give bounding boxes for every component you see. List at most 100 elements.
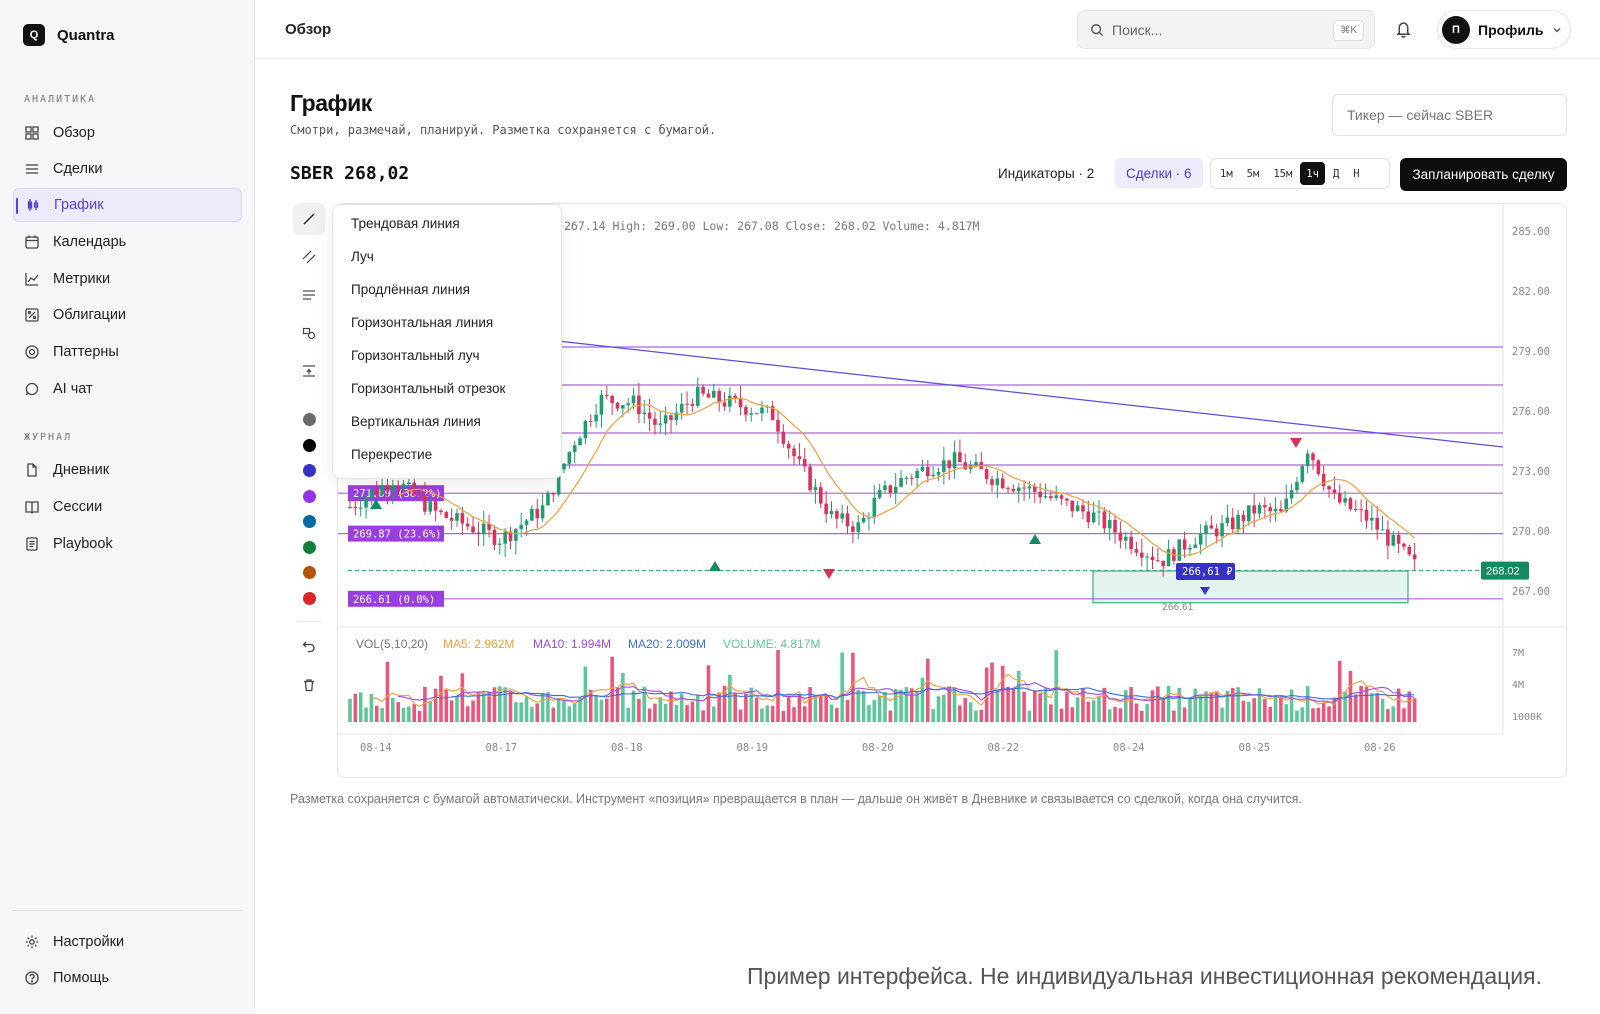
menu-item-extended-line[interactable]: Продлённая линия (351, 282, 470, 297)
menu-item-crosshair[interactable]: Перекрестие (351, 447, 432, 462)
volume-bar (1359, 685, 1363, 722)
sidebar-item-label: Обзор (53, 125, 95, 141)
sidebar-item-calendar[interactable]: Календарь (13, 225, 242, 259)
sidebar-item-diary[interactable]: Дневник (13, 453, 242, 487)
sidebar-item-help[interactable]: Помощь (13, 961, 242, 995)
indicators-button[interactable]: Индикаторы · 2 (988, 158, 1104, 188)
color-swatch-orange[interactable] (303, 566, 316, 579)
menu-item-vertical-line[interactable]: Вертикальная линия (351, 414, 481, 429)
candle-body (385, 485, 390, 491)
undo-button[interactable] (293, 630, 325, 662)
timeframe-selector: 1м 5м 15м 1ч Д Н (1210, 158, 1390, 189)
price-tick-label: 267.00 (1512, 586, 1550, 598)
candle-body (364, 498, 368, 508)
candle-body (588, 420, 593, 422)
candle-body (578, 438, 582, 446)
trend-line (557, 340, 1504, 448)
menu-item-trend-line[interactable]: Трендовая линия (351, 216, 460, 231)
trend-line-tool[interactable] (293, 203, 325, 235)
timeframe-1m[interactable]: 1м (1214, 162, 1239, 185)
parallel-channel-tool[interactable] (293, 241, 325, 273)
volume-bar (1011, 689, 1016, 722)
candle-body (1118, 532, 1123, 541)
candle-body (412, 482, 416, 495)
price-tick-label: 285.00 (1512, 226, 1550, 238)
sidebar-item-bonds[interactable]: Облигации (13, 298, 242, 332)
volume-bar (744, 693, 748, 722)
sidebar-item-deals[interactable]: Сделки (13, 152, 242, 186)
sidebar-item-sessions[interactable]: Сессии (13, 490, 242, 524)
candle-body (1091, 512, 1096, 523)
sidebar-item-overview[interactable]: Обзор (13, 116, 242, 150)
menu-item-ray[interactable]: Луч (351, 249, 374, 264)
candle-body (535, 508, 540, 519)
delete-drawings-button[interactable] (293, 669, 325, 701)
volume-bar (781, 710, 786, 722)
volume-bar (738, 709, 743, 722)
deals-button[interactable]: Сделки · 6 (1115, 158, 1203, 188)
sidebar-item-playbook[interactable]: Playbook (13, 527, 242, 561)
search-input[interactable]: Поиск... ⌘K (1077, 10, 1375, 49)
sidebar-item-patterns[interactable]: Паттерны (13, 335, 242, 369)
profile-label: Профиль (1478, 21, 1544, 38)
candle-body (1038, 491, 1042, 498)
volume-bar (770, 706, 775, 722)
candle-body (819, 487, 823, 504)
sidebar-item-label: График (54, 197, 104, 213)
brand[interactable]: Q Quantra (23, 24, 115, 46)
color-swatch-green[interactable] (303, 541, 316, 554)
color-swatch-gray[interactable] (303, 413, 316, 426)
menu-item-horizontal-ray[interactable]: Горизонтальный луч (351, 348, 480, 363)
color-swatch-purple[interactable] (303, 490, 316, 503)
volume-bar (690, 701, 695, 722)
sidebar-item-ai-chat[interactable]: AI чат (13, 372, 242, 406)
volume-bar (626, 707, 630, 722)
sidebar-item-metrics[interactable]: Метрики (13, 262, 242, 296)
color-swatch-black[interactable] (303, 439, 316, 452)
line-chart-icon (25, 273, 39, 286)
color-swatch-red[interactable] (303, 592, 316, 605)
volume-bar (519, 702, 523, 722)
volume-bar (556, 698, 561, 722)
timeframe-1h[interactable]: 1ч (1300, 162, 1325, 185)
volume-bar (797, 694, 802, 722)
timeframe-week[interactable]: Н (1347, 162, 1365, 185)
volume-bar (835, 708, 839, 722)
volume-bar (605, 698, 609, 722)
candle-body (1182, 539, 1187, 550)
ticker-input[interactable] (1332, 94, 1567, 136)
timeframe-15m[interactable]: 15м (1267, 162, 1298, 185)
volume-bar (1230, 687, 1235, 722)
color-swatch-blue[interactable] (303, 515, 316, 528)
candle-body (1022, 487, 1026, 489)
avatar: П (1442, 15, 1470, 44)
color-swatch-indigo[interactable] (303, 464, 316, 477)
candle-body (471, 526, 475, 533)
candle-body (1086, 511, 1091, 523)
candle-body (1016, 487, 1021, 492)
bell-icon[interactable] (1395, 20, 1412, 38)
volume-bar (1247, 701, 1251, 722)
sidebar-item-chart[interactable]: График (13, 188, 242, 222)
candle-body (1097, 511, 1101, 513)
candle-body (1150, 556, 1155, 561)
sidebar-item-settings[interactable]: Настройки (13, 925, 242, 959)
menu-item-horizontal-segment[interactable]: Горизонтальный отрезок (351, 381, 505, 396)
volume-bar (947, 686, 951, 722)
candle-body (802, 459, 807, 467)
timeframe-5m[interactable]: 5м (1241, 162, 1266, 185)
timeframe-day[interactable]: Д (1327, 162, 1345, 185)
fibonacci-tool[interactable] (293, 355, 325, 387)
volume-bar (1161, 698, 1165, 722)
brand-logo-icon: Q (23, 24, 45, 46)
candle-body (1204, 525, 1208, 535)
plan-trade-button[interactable]: Запланировать сделку (1400, 158, 1567, 191)
horizontal-lines-tool[interactable] (293, 279, 325, 311)
candle-body (658, 423, 663, 425)
trend-line-icon (303, 213, 315, 225)
volume-bar (594, 695, 598, 722)
parallel-lines-icon (302, 250, 316, 264)
profile-menu-button[interactable]: П Профиль (1437, 10, 1571, 49)
shapes-tool[interactable] (293, 317, 325, 349)
menu-item-horizontal-line[interactable]: Горизонтальная линия (351, 315, 493, 330)
